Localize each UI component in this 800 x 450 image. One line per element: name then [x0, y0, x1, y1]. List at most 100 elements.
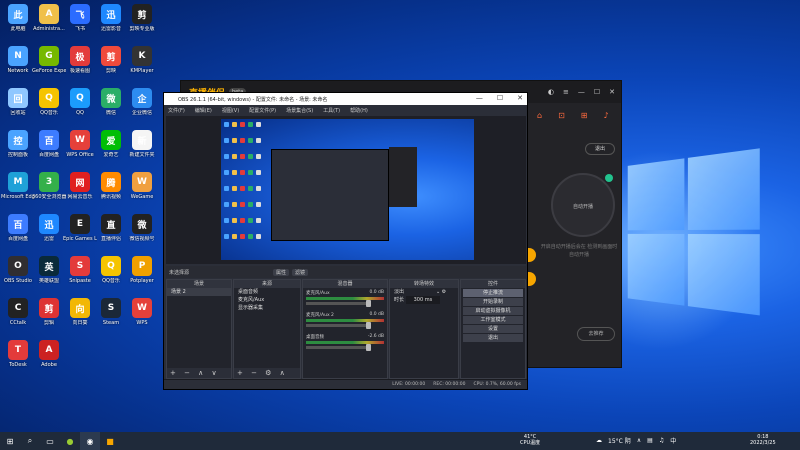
search-icon[interactable]: ⌕ — [20, 432, 40, 450]
pan-shortcut[interactable]: 百百度网盘 — [1, 214, 35, 242]
zbbl-shortcut[interactable]: 直直播伴侣 — [94, 214, 128, 242]
edge-shortcut[interactable]: M Microsoft Edge — [1, 172, 35, 200]
jianying-app-shortcut[interactable]: 剪剪映 — [94, 46, 128, 74]
browser-360-shortcut[interactable]: 3 360安全浏览器 — [32, 172, 66, 200]
virtual-camera-button[interactable]: 启动虚拟摄像机 — [463, 307, 523, 315]
qq-shortcut[interactable]: Q QQ — [63, 88, 97, 116]
volume-slider[interactable] — [306, 344, 371, 351]
weather-icon[interactable]: ☁ — [596, 437, 602, 444]
menu-icon[interactable]: ≡ — [563, 88, 569, 96]
zhibo-taskbar-icon[interactable]: ■ — [100, 432, 120, 450]
bell-icon[interactable]: ♪ — [603, 111, 608, 120]
clock[interactable]: 0:18 2022/3/25 — [750, 434, 776, 446]
netease-music-shortcut[interactable]: 网网易云音乐 — [63, 172, 97, 200]
obs-menu-item[interactable]: 视图(V) — [222, 107, 239, 114]
recycle-bin-shortcut[interactable]: 回回收站 — [1, 88, 35, 116]
stop-stream-button[interactable]: 停止推流 — [463, 289, 523, 297]
nvidia-shortcut[interactable]: G GeForce Experience — [32, 46, 66, 74]
volume-icon[interactable]: ♫ — [659, 437, 664, 444]
user-folder-shortcut[interactable]: A Administra... — [32, 4, 66, 32]
adobe-shortcut[interactable]: A Adobe — [32, 340, 66, 368]
snipaste-shortcut[interactable]: S Snipaste — [63, 256, 97, 284]
settings-button[interactable]: 设置 — [463, 325, 523, 333]
obs-window[interactable]: OBS 26.1.1 (64-bit, windows) - 配置文件: 未命名… — [163, 92, 528, 390]
potplayer-shortcut[interactable]: P Potplayer — [125, 256, 159, 284]
editor-shortcut[interactable]: 剪剪辑 — [32, 298, 66, 326]
lol-shortcut[interactable]: 英英雄联盟 — [32, 256, 66, 284]
minimize-icon[interactable]: — — [578, 88, 585, 96]
minimize-icon[interactable]: — — [476, 94, 483, 102]
studio-mode-button[interactable]: 工作室模式 — [463, 316, 523, 324]
lock-icon[interactable]: ⊡ — [558, 111, 565, 120]
wps2-shortcut[interactable]: W WPS — [125, 298, 159, 326]
task-view-icon[interactable]: ▭ — [40, 432, 60, 450]
computer-shortcut[interactable]: 此此电脑 — [1, 4, 35, 32]
system-tray: ☁ 15°C 阴 ∧ ▤ ♫ 中 — [596, 436, 676, 445]
recommend-button[interactable]: 去推荐 — [577, 327, 615, 341]
grid-icon[interactable]: ⊞ — [581, 111, 588, 120]
skin-icon[interactable]: ◐ — [548, 88, 554, 96]
maximize-icon[interactable]: ☐ — [497, 94, 503, 102]
epic-shortcut[interactable]: E Epic Games Launcher — [63, 214, 97, 242]
cctalk-shortcut[interactable]: C CCtalk — [1, 298, 35, 326]
start-icon[interactable]: ⊞ — [0, 432, 20, 450]
volume-slider[interactable] — [306, 322, 371, 329]
network-icon[interactable]: ▤ — [647, 437, 653, 444]
maximize-icon[interactable]: ☐ — [594, 88, 600, 96]
qqmusic-shortcut[interactable]: Q QQ音乐 — [32, 88, 66, 116]
image-viewer-shortcut[interactable]: 极极速看图 — [63, 46, 97, 74]
exit-button[interactable]: 退出 — [463, 334, 523, 342]
filters-button[interactable]: 滤镜 — [292, 268, 309, 276]
wegame-shortcut[interactable]: W WeGame — [125, 172, 159, 200]
qqmusic2-shortcut[interactable]: Q QQ音乐 — [94, 256, 128, 284]
properties-button[interactable]: 属性 — [273, 268, 290, 276]
scene-item[interactable]: 场景 2 — [167, 288, 231, 296]
wechat-shortcut[interactable]: 微微信 — [94, 88, 128, 116]
tencent-video-shortcut[interactable]: 腾腾讯视频 — [94, 172, 128, 200]
cpu-temperature[interactable]: 41°C CPU温度 — [520, 434, 540, 446]
app-taskbar-icon[interactable]: ● — [60, 432, 80, 450]
obs-menu-item[interactable]: 配置文件(P) — [249, 107, 276, 114]
iqiyi-shortcut[interactable]: 爱爱奇艺 — [94, 130, 128, 158]
obs-menu-item[interactable]: 工具(T) — [323, 107, 340, 114]
gift-icon[interactable]: ⌂ — [537, 111, 542, 120]
source-item[interactable]: 显示器采集 — [234, 304, 300, 312]
obs-menu-item[interactable]: 文件(F) — [168, 107, 185, 114]
obs-menu-item[interactable]: 场景集合(S) — [286, 107, 313, 114]
close-icon[interactable]: ✕ — [609, 88, 615, 96]
auto-start-button[interactable]: 自动开播 — [551, 173, 615, 237]
obs-menu-item[interactable]: 帮助(H) — [350, 107, 368, 114]
todesk-shortcut[interactable]: T ToDesk — [1, 340, 35, 368]
obs-shortcut[interactable]: O OBS Studio — [1, 256, 35, 284]
steam-shortcut[interactable]: S Steam — [94, 298, 128, 326]
control-panel-shortcut[interactable]: 控控制面板 — [1, 130, 35, 158]
kmplayer-shortcut[interactable]: K KMPlayer — [125, 46, 159, 74]
zhibo-exit-button[interactable]: 退出 — [585, 143, 615, 155]
source-item[interactable]: 桌面音频 — [234, 288, 300, 296]
obs-preview[interactable] — [166, 116, 526, 264]
volume-slider[interactable] — [306, 300, 371, 307]
thunder-shortcut[interactable]: 迅迅雷 — [32, 214, 66, 242]
close-icon[interactable]: ✕ — [517, 94, 523, 102]
duration-input[interactable]: 300 ms — [405, 296, 441, 304]
scenes-footer[interactable]: + − ∧ ∨ — [167, 368, 231, 378]
baidu-pan-shortcut[interactable]: 百百度网盘 — [32, 130, 66, 158]
channels-shortcut[interactable]: 微微信视频号 — [125, 214, 159, 242]
sources-footer[interactable]: + − ⚙ ∧ ∨ — [234, 368, 300, 387]
source-item[interactable]: 麦克风/Aux — [234, 296, 300, 304]
input-method-icon[interactable]: 中 — [670, 436, 676, 445]
wework-shortcut[interactable]: 企企业微信 — [125, 88, 159, 116]
wps-shortcut[interactable]: W WPS Office — [63, 130, 97, 158]
obs-menu-item[interactable]: 编辑(E) — [195, 107, 212, 114]
feishu-shortcut[interactable]: 飞飞书 — [63, 4, 97, 32]
transition-select[interactable]: 淡出 ⌄ ⚙ — [390, 288, 458, 296]
obs-taskbar-icon[interactable]: ◉ — [80, 432, 100, 450]
xunlei-shortcut[interactable]: 迅迅雷影音 — [94, 4, 128, 32]
new-file-shortcut[interactable]: 新新建文件夹 — [125, 130, 159, 158]
network-shortcut[interactable]: N Network — [1, 46, 35, 74]
sunlogin-shortcut[interactable]: 向向日葵 — [63, 298, 97, 326]
weather-text[interactable]: 15°C 阴 — [608, 436, 631, 445]
start-recording-button[interactable]: 开始录制 — [463, 298, 523, 306]
chevron-up-icon[interactable]: ∧ — [637, 437, 641, 444]
jianying-shortcut[interactable]: 剪剪映专业版 — [125, 4, 159, 32]
